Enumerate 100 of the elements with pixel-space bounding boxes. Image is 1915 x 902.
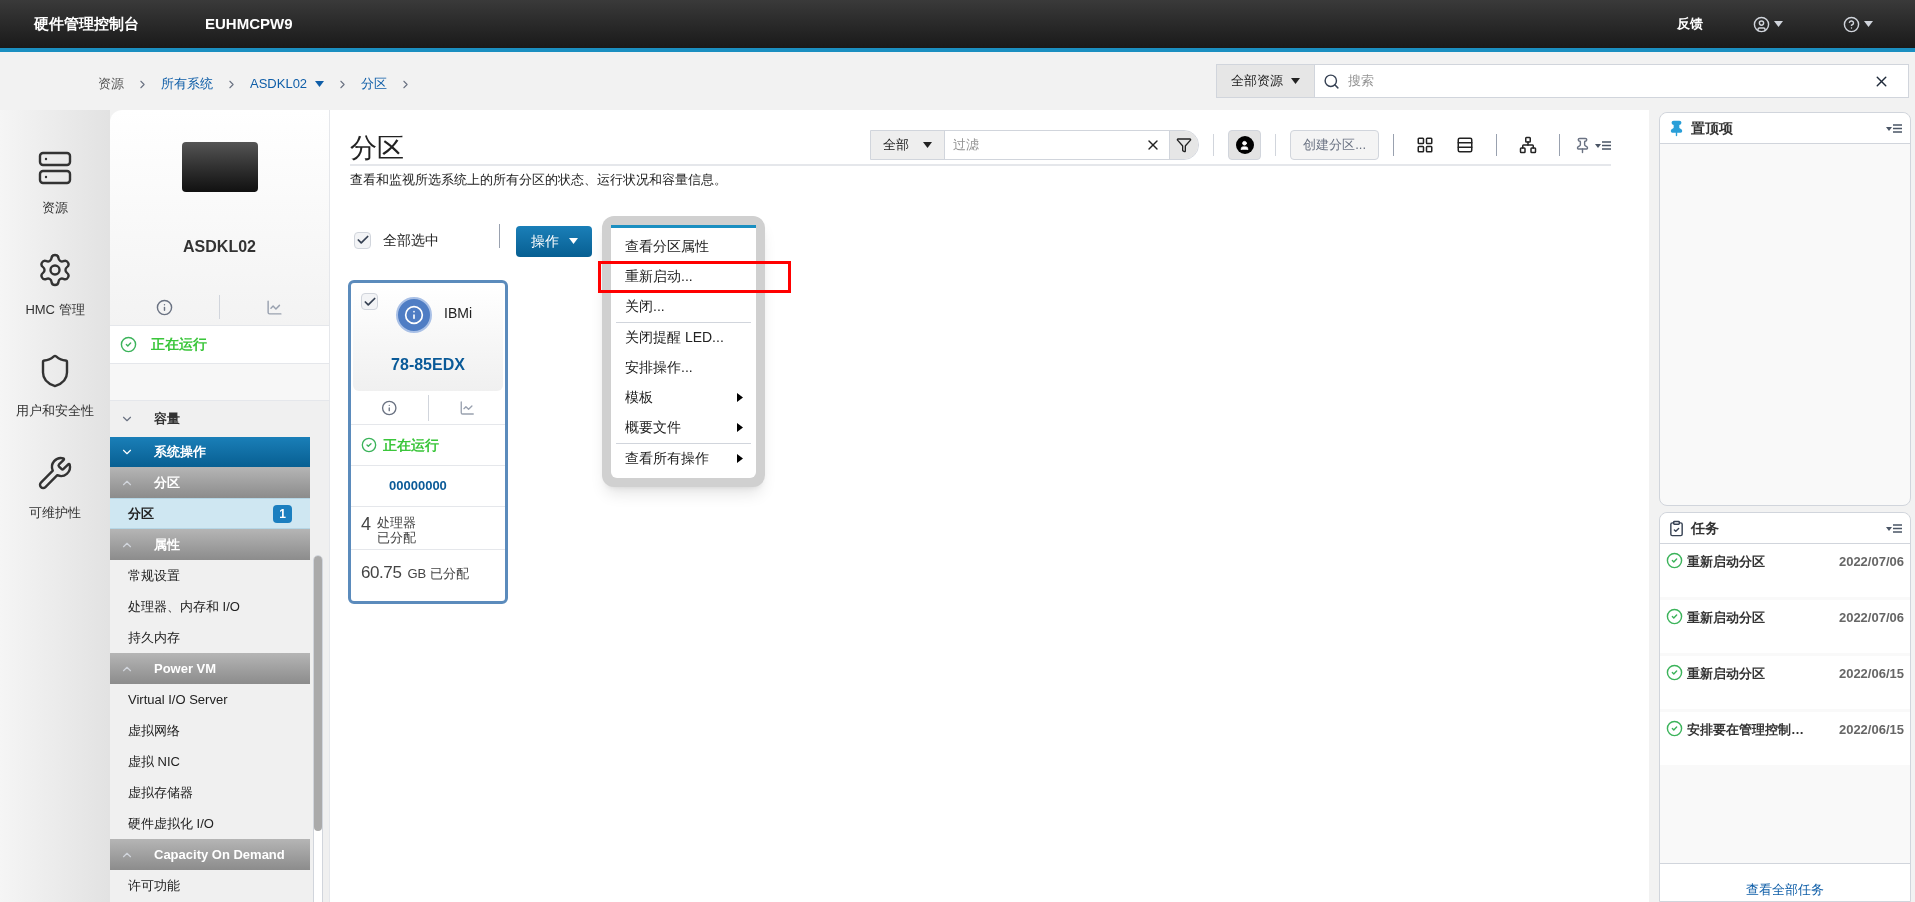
filter-scope-dropdown[interactable]: 全部 (871, 131, 946, 159)
sidebar-section[interactable]: 容量 (110, 401, 309, 437)
panel-menu-icon[interactable] (1886, 523, 1902, 533)
pin-icon (1668, 119, 1685, 137)
grid-view-icon[interactable] (1416, 136, 1434, 154)
sidebar-item[interactable]: 硬件虚拟化 I/O (110, 808, 310, 839)
caret-icon (1886, 525, 1892, 532)
nav-rail-item[interactable]: HMC 管理 (25, 251, 85, 319)
sidebar-item[interactable]: 处理器、内存和 I/O (110, 591, 310, 622)
menu-item[interactable]: 关闭提醒 LED... (616, 322, 751, 353)
nav-rail-item[interactable]: 可维护性 (29, 454, 81, 522)
panel-title: 置顶项 (1691, 118, 1733, 138)
caret-icon (315, 81, 325, 87)
create-partition-button[interactable]: 创建分区... (1290, 130, 1379, 160)
page-description: 查看和监视所选系统上的所有分区的状态、运行状况和容量信息。 (350, 171, 728, 189)
menu-item[interactable]: 关闭... (616, 291, 751, 322)
system-title: ASDKL02 (183, 237, 256, 257)
caret-icon (1774, 21, 1783, 27)
task-item[interactable]: 重新启动分区 2022/07/06 (1660, 600, 1910, 653)
menu-item[interactable]: 安排操作... (616, 352, 751, 383)
scope-dropdown[interactable]: 全部资源 (1217, 65, 1315, 97)
sidebar-item[interactable]: 虚拟 NIC (110, 746, 310, 777)
list-view-icon[interactable] (1456, 136, 1474, 154)
feedback-link[interactable]: 反馈 (1677, 14, 1703, 34)
sidebar-item[interactable]: Virtual I/O Server (110, 684, 310, 715)
caret-icon (1864, 21, 1873, 27)
panel-title: 任务 (1691, 518, 1719, 538)
partition-name[interactable]: 78-85EDX (353, 353, 503, 377)
status-text: 正在运行 (383, 435, 439, 455)
sidebar-item[interactable]: 分区 1 (110, 498, 310, 529)
user-menu-button[interactable] (1753, 15, 1783, 33)
status-text: 正在运行 (151, 335, 207, 354)
task-name: 重新启动分区 (1687, 553, 1766, 571)
menu-item[interactable]: 查看所有操作 (616, 443, 751, 474)
panel-menu-icon[interactable] (1886, 123, 1902, 133)
select-all-checkbox[interactable]: 全部选中 (354, 229, 439, 251)
server-icon (37, 150, 73, 186)
task-name: 安排要在管理控制… (1687, 721, 1805, 739)
caret-icon (1886, 125, 1892, 132)
partition-id: 00000000 (389, 477, 447, 496)
submenu-arrow-icon (737, 454, 743, 463)
status-ok-icon (1666, 552, 1683, 569)
task-date: 2022/06/15 (1838, 665, 1904, 683)
checkbox[interactable] (361, 293, 378, 310)
caret-icon (568, 238, 578, 244)
status-ok-icon (1666, 608, 1683, 625)
sidebar-item[interactable]: 许可功能 (110, 870, 310, 901)
os-logo-icon (396, 297, 432, 333)
caret-icon (1291, 78, 1300, 84)
caret-icon (923, 142, 933, 148)
sidebar-item[interactable]: 虚拟存储器 (110, 777, 310, 808)
breadcrumb-link[interactable]: 分区 (361, 74, 388, 94)
menu-item[interactable]: 查看分区属性 (616, 231, 751, 262)
gear-icon (37, 251, 73, 288)
menu-item[interactable]: 概要文件 (616, 412, 751, 443)
memory-unit: GB 已分配 (407, 565, 469, 583)
task-name: 重新启动分区 (1687, 665, 1766, 683)
clipboard-icon (1668, 519, 1685, 537)
search-icon (1323, 72, 1340, 90)
menu-item[interactable]: 重新启动... (616, 261, 751, 292)
filter-icon (1176, 137, 1193, 153)
pin-icon[interactable] (1574, 136, 1591, 154)
count-badge: 1 (273, 504, 292, 523)
processor-sublabel: 已分配 (377, 530, 416, 545)
system-name: EUHMCPW9 (205, 13, 293, 34)
sidebar-section[interactable]: 系统操作 (110, 437, 310, 467)
user-filter-button[interactable] (1228, 130, 1262, 160)
task-date: 2022/07/06 (1838, 553, 1904, 571)
task-date: 2022/07/06 (1838, 609, 1904, 627)
sidebar-item[interactable]: 虚拟网络 (110, 715, 310, 746)
breadcrumb-item[interactable]: 资源 (98, 74, 124, 94)
submenu-arrow-icon (737, 423, 743, 432)
breadcrumb-link[interactable]: ASDKL02 (250, 74, 325, 94)
sidebar-item[interactable]: 常规设置 (110, 560, 310, 591)
breadcrumb-link[interactable]: 所有系统 (161, 74, 213, 94)
task-item[interactable]: 重新启动分区 2022/07/06 (1660, 544, 1910, 597)
wrench-icon (37, 454, 73, 491)
actions-button[interactable]: 操作 (516, 225, 592, 257)
topology-view-icon[interactable] (1519, 136, 1537, 154)
task-item[interactable]: 重新启动分区 2022/06/15 (1660, 656, 1910, 709)
nav-rail-item[interactable]: 用户和安全性 (16, 353, 94, 421)
os-label: IBMi (444, 304, 472, 323)
caret-icon (1595, 142, 1601, 149)
status-ok-icon (361, 437, 377, 453)
processor-label: 处理器 (377, 515, 416, 530)
menu-item[interactable]: 模板 (616, 382, 751, 413)
scrollbar[interactable] (313, 555, 323, 902)
task-item[interactable]: 安排要在管理控制… 2022/06/15 (1660, 712, 1910, 765)
filter-button[interactable] (1169, 131, 1199, 159)
page-title: 分区 (350, 135, 404, 164)
checkbox[interactable] (354, 231, 371, 249)
help-menu-button[interactable] (1843, 15, 1873, 33)
user-icon (1235, 136, 1254, 154)
sidebar-item[interactable]: 持久内存 (110, 622, 310, 653)
status-ok-icon (120, 336, 137, 353)
nav-rail-item[interactable]: 资源 (37, 150, 73, 218)
task-name: 重新启动分区 (1687, 609, 1766, 627)
panel-menu-icon[interactable] (1595, 140, 1611, 150)
memory-amount: 60.75 (361, 562, 402, 584)
view-all-tasks-link[interactable]: 查看全部任务 (1746, 879, 1824, 901)
